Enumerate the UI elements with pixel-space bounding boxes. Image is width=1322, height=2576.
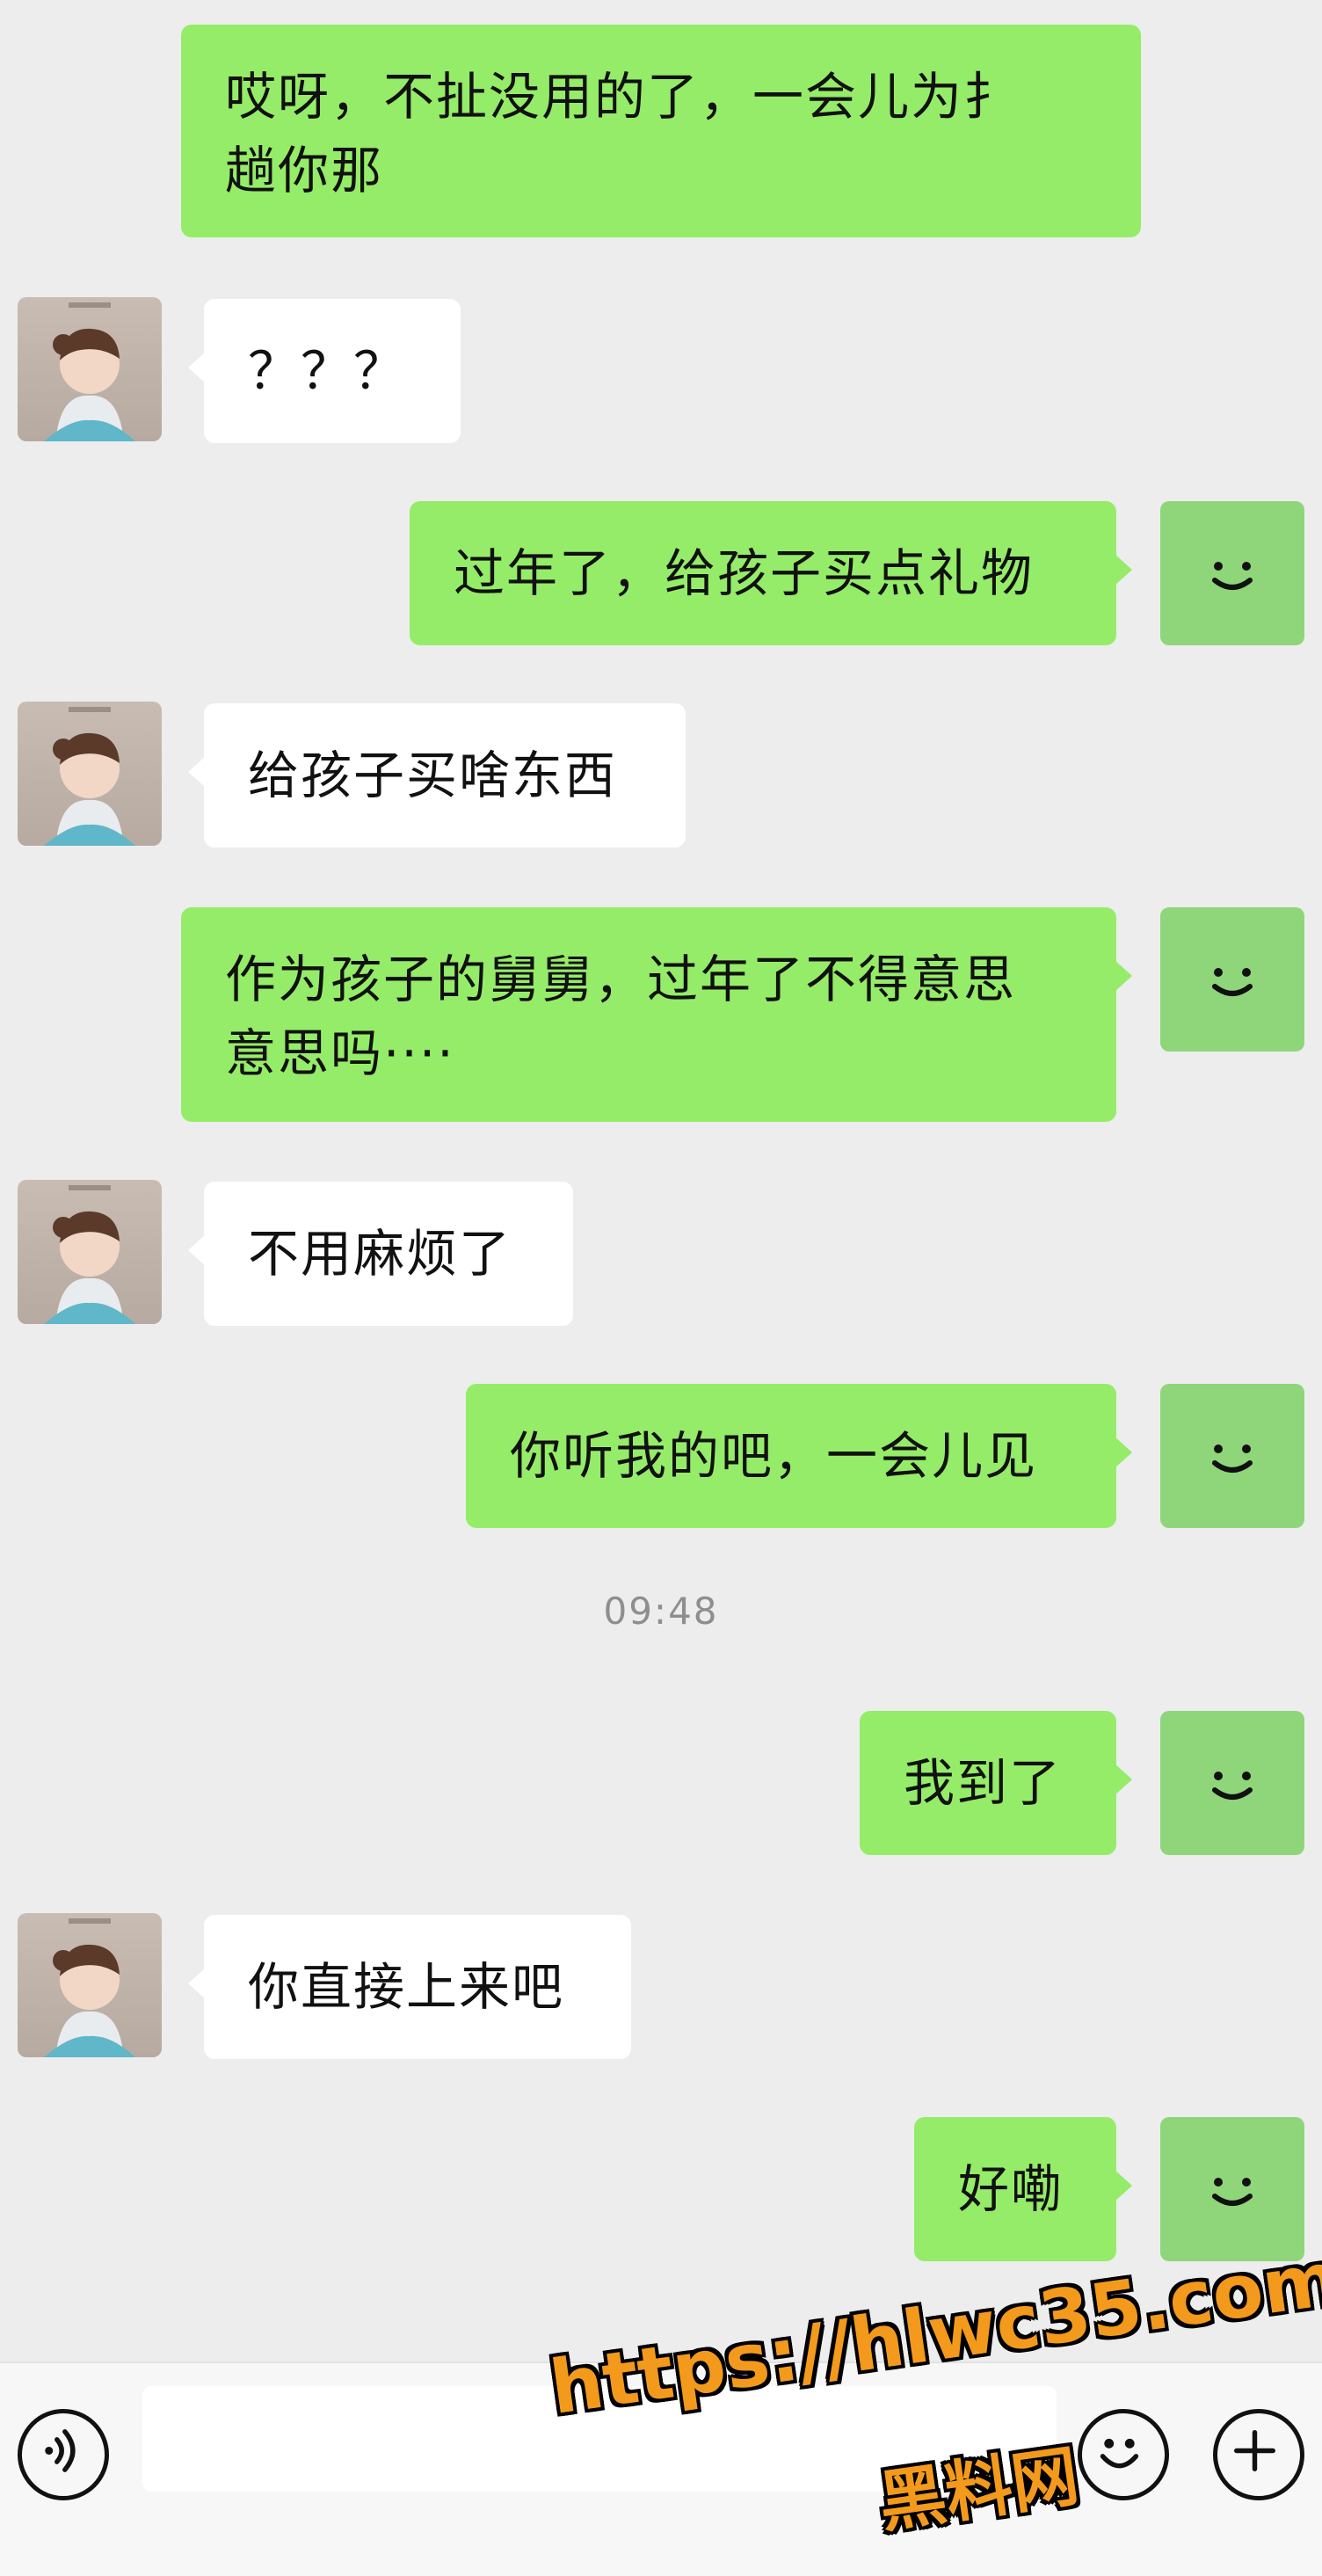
voice-button[interactable] <box>18 2409 109 2500</box>
received-message-bubble[interactable]: 给孩子买啥东西 <box>188 703 686 848</box>
received-message-bubble[interactable]: ？？？ <box>188 299 461 443</box>
message-timestamp: 09:48 <box>603 1590 719 1633</box>
self-avatar[interactable] <box>1160 1711 1304 1855</box>
self-avatar[interactable] <box>1160 2117 1304 2261</box>
received-message-bubble[interactable]: 不用麻烦了 <box>188 1182 573 1326</box>
smile-face-avatar-icon <box>1212 1772 1253 1800</box>
more-button[interactable] <box>1213 2409 1304 2500</box>
sent-message-bubble[interactable]: 哎呀，不扯没用的了，一会儿为扌 趟你那 <box>181 25 1141 237</box>
cartoon-girl-avatar-icon <box>44 707 135 846</box>
smile-face-avatar-icon <box>1212 2178 1253 2206</box>
peer-avatar[interactable] <box>18 1913 162 2057</box>
plus-icon <box>1233 2429 1275 2471</box>
cartoon-girl-avatar-icon <box>44 302 135 441</box>
smile-face-avatar-icon <box>1212 968 1253 996</box>
self-avatar[interactable] <box>1160 1384 1304 1528</box>
self-avatar[interactable] <box>1160 907 1304 1052</box>
peer-avatar[interactable] <box>18 297 162 441</box>
peer-avatar[interactable] <box>18 702 162 846</box>
sent-message-bubble[interactable]: 作为孩子的舅舅，过年了不得意思 意思吗···· <box>181 907 1132 1122</box>
received-message-bubble[interactable]: 你直接上来吧 <box>188 1915 631 2059</box>
voice-icon <box>45 2429 76 2472</box>
sent-message-bubble[interactable]: 过年了，给孩子买点礼物 <box>410 501 1132 645</box>
sent-message-bubble[interactable]: 好嘞 <box>914 2117 1132 2261</box>
smile-face-avatar-icon <box>1212 562 1253 590</box>
emoji-icon <box>1100 2438 1139 2469</box>
smile-face-avatar-icon <box>1212 1444 1253 1473</box>
chat-area[interactable]: 哎呀，不扯没用的了，一会儿为扌 趟你那 ？？？ 过年了，给孩子买点礼物 给孩子买… <box>0 0 1322 2361</box>
emoji-button[interactable] <box>1078 2409 1169 2500</box>
cartoon-girl-avatar-icon <box>44 1185 135 1324</box>
cartoon-girl-avatar-icon <box>44 1918 135 2057</box>
sent-message-bubble[interactable]: 你听我的吧，一会儿见 <box>466 1384 1132 1528</box>
peer-avatar[interactable] <box>18 1180 162 1324</box>
sent-message-bubble[interactable]: 我到了 <box>860 1711 1132 1855</box>
self-avatar[interactable] <box>1160 501 1304 645</box>
